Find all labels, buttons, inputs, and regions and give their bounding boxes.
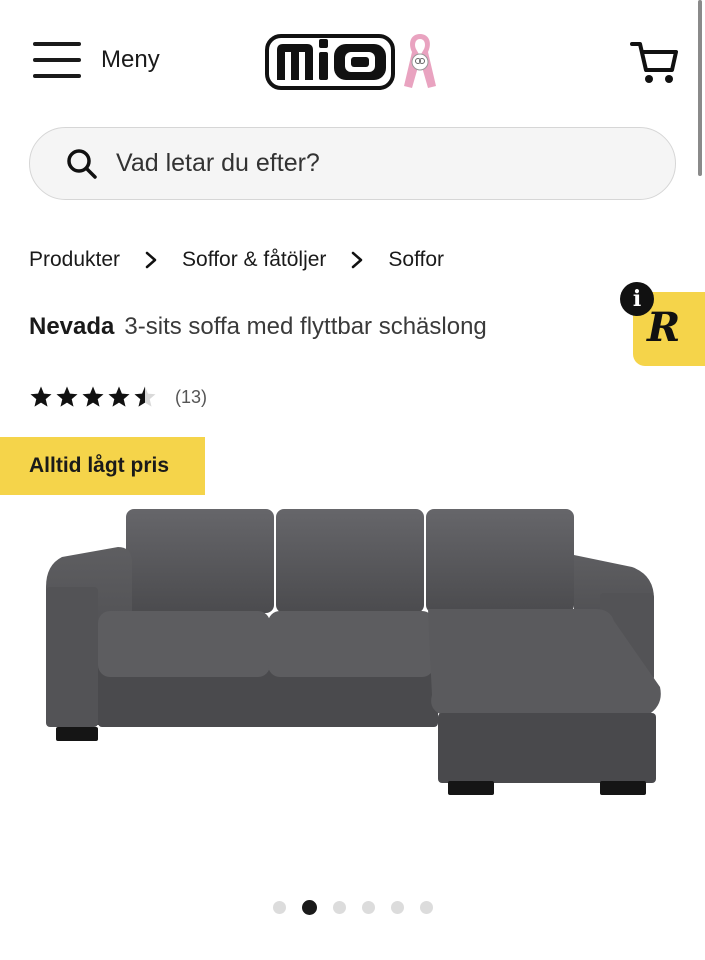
menu-button[interactable]: Meny [33, 42, 160, 78]
breadcrumb-item-produkter[interactable]: Produkter [29, 248, 120, 272]
product-rating[interactable]: (13) [29, 385, 207, 409]
star-half-icon [134, 386, 156, 407]
breadcrumb: Produkter Soffor & fåtöljer Soffor [29, 248, 444, 272]
carousel-dot[interactable] [420, 901, 433, 914]
carousel-dot[interactable] [302, 900, 317, 915]
mio-logo[interactable] [265, 30, 395, 92]
star-filled-icon [82, 386, 104, 407]
star-rating [29, 385, 159, 409]
search-icon [67, 148, 97, 179]
carousel-pagination [273, 900, 449, 915]
review-widget-logo: R [647, 304, 681, 351]
product-brand: Nevada [29, 313, 115, 340]
breadcrumb-item-soffor[interactable]: Soffor [388, 248, 444, 272]
hamburger-icon [33, 42, 81, 78]
product-image-sofa[interactable] [40, 505, 665, 800]
price-badge: Alltid lågt pris [0, 437, 205, 495]
star-filled-icon [30, 386, 52, 407]
breadcrumb-item-soffor-fatoljer[interactable]: Soffor & fåtöljer [182, 248, 326, 272]
pink-ribbon-icon [404, 34, 436, 88]
product-title: Nevada 3-sits soffa med flyttbar schäslon… [29, 313, 487, 341]
product-description: 3-sits soffa med flyttbar schäslong [124, 313, 487, 340]
search-bar[interactable] [29, 127, 676, 200]
review-count: (13) [175, 386, 208, 407]
star-filled-icon [108, 386, 130, 407]
carousel-dot[interactable] [273, 901, 286, 914]
search-input[interactable] [116, 149, 616, 178]
carousel-dot[interactable] [333, 901, 346, 914]
chevron-right-icon [352, 251, 363, 269]
carousel-dot[interactable] [391, 901, 404, 914]
site-header: Meny [0, 0, 705, 120]
cart-icon[interactable] [630, 38, 680, 86]
star-filled-icon [56, 386, 78, 407]
carousel-dot[interactable] [362, 901, 375, 914]
info-icon[interactable]: i [620, 282, 654, 316]
chevron-right-icon [145, 251, 157, 269]
menu-label: Meny [101, 46, 160, 73]
